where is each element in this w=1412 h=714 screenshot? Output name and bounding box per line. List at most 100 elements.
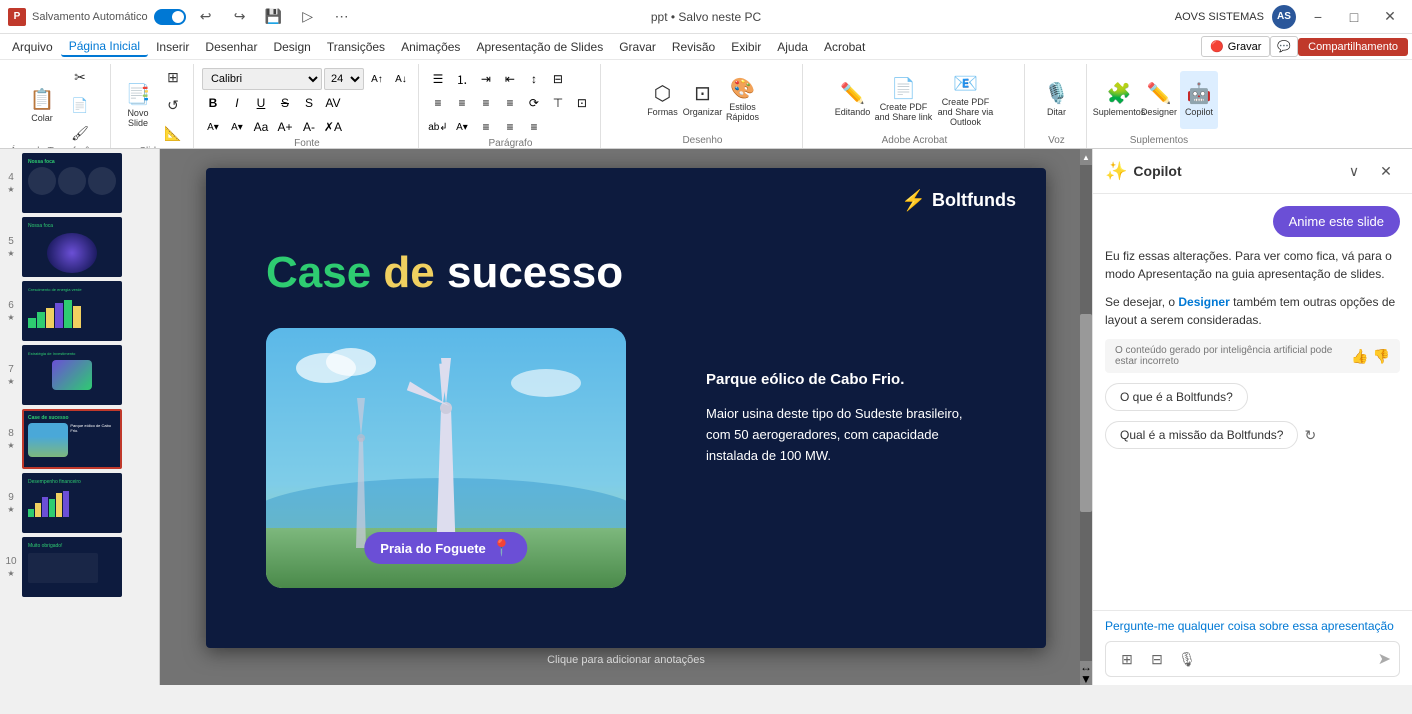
- slide-canvas[interactable]: ⚡ Boltfunds Case de sucesso: [206, 168, 1046, 648]
- menu-animacoes[interactable]: Animações: [393, 38, 468, 56]
- refresh-suggestion-btn[interactable]: ↻: [1304, 427, 1316, 444]
- save-btn[interactable]: 💾: [260, 3, 288, 31]
- user-avatar[interactable]: AS: [1272, 5, 1296, 29]
- present-btn[interactable]: ▷: [294, 3, 322, 31]
- suggestion-btn-1[interactable]: O que é a Boltfunds?: [1105, 383, 1248, 411]
- copilot-hint[interactable]: Pergunte-me qualquer coisa sobre essa ap…: [1105, 619, 1400, 633]
- new-slide-btn[interactable]: 📑 NovoSlide: [119, 76, 157, 134]
- slide-notes[interactable]: Clique para adicionar anotações: [547, 654, 705, 666]
- copilot-close-btn[interactable]: ✕: [1372, 157, 1400, 185]
- slide-text-box[interactable]: Parque eólico de Cabo Frio. Maior usina …: [706, 368, 986, 466]
- slide-img-9[interactable]: Desempenho financeiro: [22, 473, 122, 533]
- slide-thumb-7[interactable]: 7 ★ Estratégia de Investimento: [4, 345, 155, 405]
- record-btn[interactable]: 🔴 Gravar: [1201, 36, 1270, 57]
- thumbs-down-btn[interactable]: 👎: [1373, 348, 1390, 365]
- increase-size-btn[interactable]: A+: [274, 116, 296, 138]
- caps-btn[interactable]: Aa: [250, 116, 272, 138]
- menu-design[interactable]: Design: [265, 38, 318, 56]
- slide-img-6[interactable]: Crescimento de energia verde: [22, 281, 122, 341]
- layout-btn[interactable]: ⊞: [159, 64, 187, 90]
- designer-btn[interactable]: ✏️ Designer: [1140, 71, 1178, 129]
- slide-img-8[interactable]: Case de sucesso Parque eólico de Cabo Fr…: [22, 409, 122, 469]
- menu-gravar[interactable]: Gravar: [611, 38, 664, 56]
- input-mic-btn[interactable]: 🎙: [1174, 646, 1200, 672]
- indent-more-btn[interactable]: ⇥: [475, 68, 497, 90]
- scroll-thumb[interactable]: [1080, 314, 1092, 512]
- minimize-btn[interactable]: −: [1304, 3, 1332, 31]
- font-family-select[interactable]: Calibri: [202, 68, 322, 90]
- strikethrough-btn[interactable]: S: [274, 92, 296, 114]
- align-left-btn[interactable]: ≡: [427, 92, 449, 114]
- more-btn[interactable]: ⋯: [328, 3, 356, 31]
- indent-less-btn[interactable]: ⇤: [499, 68, 521, 90]
- justify-btn[interactable]: ≡: [499, 92, 521, 114]
- shapes-btn[interactable]: ⬡ Formas: [643, 71, 681, 129]
- section-btn[interactable]: 📐: [159, 120, 187, 146]
- italic-btn[interactable]: I: [226, 92, 248, 114]
- menu-revisao[interactable]: Revisão: [664, 38, 723, 56]
- align3-btn[interactable]: ≡: [499, 116, 521, 138]
- underline-btn[interactable]: U: [250, 92, 272, 114]
- slide-thumb-10[interactable]: 10 ★ Muito obrigado!: [4, 537, 155, 597]
- text-align-btn[interactable]: ⊤: [547, 92, 569, 114]
- send-message-btn[interactable]: ➤: [1378, 649, 1391, 669]
- highlight-btn[interactable]: ab↲: [427, 116, 449, 138]
- align2-btn[interactable]: ≡: [475, 116, 497, 138]
- slide-img-4[interactable]: Nossa foca: [22, 153, 122, 213]
- suggestion-btn-2[interactable]: Qual é a missão da Boltfunds?: [1105, 421, 1298, 449]
- autosave-toggle[interactable]: [154, 9, 186, 25]
- bullets-btn[interactable]: ☰: [427, 68, 449, 90]
- slide-thumb-9[interactable]: 9 ★ Desempenho financeiro: [4, 473, 155, 533]
- columns-btn[interactable]: ⊟: [547, 68, 569, 90]
- undo-btn[interactable]: ↩: [192, 3, 220, 31]
- slide-img-5[interactable]: Nossa foca: [22, 217, 122, 277]
- line-spacing-btn[interactable]: ↕: [523, 68, 545, 90]
- smart-art-btn[interactable]: ⊡: [571, 92, 593, 114]
- location-tag[interactable]: Praia do Foguete 📍: [364, 532, 527, 564]
- dictate-btn[interactable]: 🎙️ Ditar: [1037, 71, 1075, 129]
- organize-btn[interactable]: ⊡ Organizar: [683, 71, 721, 129]
- clear-format-btn[interactable]: ✗A: [322, 116, 344, 138]
- menu-pagina-inicial[interactable]: Página Inicial: [61, 37, 148, 57]
- shadow-btn[interactable]: S: [298, 92, 320, 114]
- menu-arquivo[interactable]: Arquivo: [4, 38, 61, 56]
- font-size-select[interactable]: 24: [324, 68, 364, 90]
- quick-styles-btn[interactable]: 🎨 EstilosRápidos: [723, 71, 761, 129]
- menu-desenhar[interactable]: Desenhar: [197, 38, 265, 56]
- text-color-btn[interactable]: A▾: [226, 116, 248, 138]
- animate-slide-btn[interactable]: Anime este slide: [1273, 206, 1400, 237]
- supplements-btn[interactable]: 🧩 Suplementos: [1100, 71, 1138, 129]
- cut-btn[interactable]: ✂: [66, 64, 94, 90]
- format-painter-btn[interactable]: 🖌: [66, 120, 94, 146]
- scroll-up-btn[interactable]: ▲: [1080, 149, 1092, 165]
- font-color-btn[interactable]: A▾: [202, 116, 224, 138]
- para-color-btn[interactable]: A▾: [451, 116, 473, 138]
- input-table-btn[interactable]: ⊟: [1144, 646, 1170, 672]
- editing-btn[interactable]: ✏️ Editando: [833, 71, 871, 129]
- slide-thumb-8[interactable]: 8 ★ Case de sucesso Parque eólico de Cab…: [4, 409, 155, 469]
- align-center-btn[interactable]: ≡: [451, 92, 473, 114]
- copy-btn[interactable]: 📄: [66, 92, 94, 118]
- copilot-collapse-btn[interactable]: ∨: [1340, 157, 1368, 185]
- menu-exibir[interactable]: Exibir: [723, 38, 769, 56]
- menu-apresentacao[interactable]: Apresentação de Slides: [468, 38, 611, 56]
- bold-btn[interactable]: B: [202, 92, 224, 114]
- slide-thumb-6[interactable]: 6 ★ Crescimento de energia verde: [4, 281, 155, 341]
- char-spacing-btn[interactable]: AV: [322, 92, 344, 114]
- slide-img-10[interactable]: Muito obrigado!: [22, 537, 122, 597]
- align4-btn[interactable]: ≡: [523, 116, 545, 138]
- decrease-size-btn[interactable]: A-: [298, 116, 320, 138]
- slide-img-7[interactable]: Estratégia de Investimento: [22, 345, 122, 405]
- reset-btn[interactable]: ↺: [159, 92, 187, 118]
- designer-link[interactable]: Designer: [1178, 295, 1229, 309]
- decrease-font-btn[interactable]: A↓: [390, 68, 412, 90]
- thumbs-up-btn[interactable]: 👍: [1351, 348, 1368, 365]
- menu-ajuda[interactable]: Ajuda: [769, 38, 816, 56]
- input-grid-btn[interactable]: ⊞: [1114, 646, 1140, 672]
- menu-transicoes[interactable]: Transições: [319, 38, 393, 56]
- numbering-btn[interactable]: ⒈: [451, 68, 473, 90]
- slide-thumb-5[interactable]: 5 ★ Nossa foca: [4, 217, 155, 277]
- text-direction-btn[interactable]: ⟳: [523, 92, 545, 114]
- menu-inserir[interactable]: Inserir: [148, 38, 197, 56]
- menu-acrobat[interactable]: Acrobat: [816, 38, 873, 56]
